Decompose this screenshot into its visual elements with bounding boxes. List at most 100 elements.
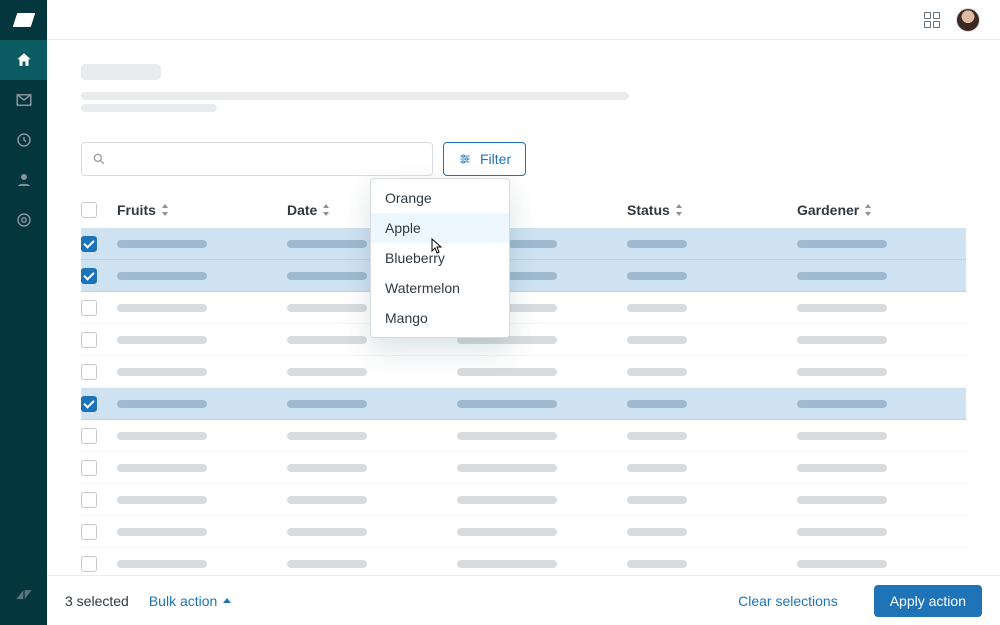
filter-option[interactable]: Orange: [371, 183, 509, 213]
cell-placeholder: [627, 528, 687, 536]
cell-placeholder: [797, 528, 887, 536]
column-header-gardener[interactable]: Gardener: [797, 202, 965, 218]
row-checkbox[interactable]: [81, 428, 97, 444]
cell-placeholder: [457, 464, 557, 472]
cell-placeholder: [627, 368, 687, 376]
cell-placeholder: [287, 336, 367, 344]
chevron-up-icon: [223, 598, 231, 603]
cell-placeholder: [457, 368, 557, 376]
sort-icon: [321, 204, 331, 216]
cell-placeholder: [627, 336, 687, 344]
main-content: Filter Fruits Date Status Gardener: [47, 40, 1000, 575]
user-icon: [15, 171, 33, 189]
lifebuoy-icon: [15, 211, 33, 229]
row-checkbox[interactable]: [81, 492, 97, 508]
cell-placeholder: [287, 528, 367, 536]
table-row[interactable]: [81, 324, 966, 356]
row-checkbox[interactable]: [81, 364, 97, 380]
cell-placeholder: [797, 432, 887, 440]
cell-placeholder: [117, 240, 207, 248]
nav-mail[interactable]: [0, 80, 47, 120]
column-header-fruits[interactable]: Fruits: [117, 202, 287, 218]
nav-user[interactable]: [0, 160, 47, 200]
data-table: Fruits Date Status Gardener: [81, 192, 966, 575]
row-checkbox[interactable]: [81, 268, 97, 284]
search-input-wrapper[interactable]: [81, 142, 433, 176]
cell-placeholder: [627, 304, 687, 312]
cell-placeholder: [287, 432, 367, 440]
cell-placeholder: [797, 272, 887, 280]
cell-placeholder: [117, 496, 207, 504]
row-checkbox[interactable]: [81, 460, 97, 476]
page-subtitle-placeholder-2: [81, 104, 217, 112]
cell-placeholder: [797, 464, 887, 472]
cell-placeholder: [287, 304, 367, 312]
cell-placeholder: [287, 496, 367, 504]
cell-placeholder: [797, 560, 887, 568]
table-row[interactable]: [81, 420, 966, 452]
page-title-placeholder: [81, 64, 161, 80]
row-checkbox[interactable]: [81, 300, 97, 316]
cell-placeholder: [627, 432, 687, 440]
row-checkbox[interactable]: [81, 236, 97, 252]
cell-placeholder: [797, 240, 887, 248]
cell-placeholder: [287, 240, 367, 248]
cell-placeholder: [287, 464, 367, 472]
filter-option[interactable]: Mango: [371, 303, 509, 333]
search-input[interactable]: [114, 151, 422, 167]
table-row[interactable]: [81, 484, 966, 516]
table-row[interactable]: [81, 356, 966, 388]
table-row[interactable]: [81, 388, 966, 420]
cell-placeholder: [627, 496, 687, 504]
sort-icon: [674, 204, 684, 216]
cell-placeholder: [627, 464, 687, 472]
filter-button-label: Filter: [480, 151, 511, 167]
apply-action-button[interactable]: Apply action: [874, 585, 982, 617]
nav-clock[interactable]: [0, 120, 47, 160]
nav-zendesk[interactable]: [0, 575, 47, 615]
column-header-status[interactable]: Status: [627, 202, 797, 218]
avatar[interactable]: [956, 8, 980, 32]
apps-icon[interactable]: [924, 12, 940, 28]
mail-icon: [15, 91, 33, 109]
clear-selections-link[interactable]: Clear selections: [738, 593, 838, 609]
cell-placeholder: [287, 368, 367, 376]
filter-option[interactable]: Watermelon: [371, 273, 509, 303]
row-checkbox[interactable]: [81, 396, 97, 412]
row-checkbox[interactable]: [81, 556, 97, 572]
row-checkbox[interactable]: [81, 332, 97, 348]
cell-placeholder: [117, 336, 207, 344]
cell-placeholder: [797, 496, 887, 504]
table-row[interactable]: [81, 260, 966, 292]
cell-placeholder: [457, 400, 557, 408]
table-row[interactable]: [81, 228, 966, 260]
cursor-icon: [428, 238, 442, 256]
filter-dropdown: OrangeAppleBlueberryWatermelonMango: [370, 178, 510, 338]
search-icon: [92, 152, 106, 166]
product-logo: [0, 0, 47, 40]
cell-placeholder: [627, 272, 687, 280]
cell-placeholder: [287, 400, 367, 408]
cell-placeholder: [457, 560, 557, 568]
cell-placeholder: [797, 368, 887, 376]
select-all-checkbox[interactable]: [81, 202, 97, 218]
table-row[interactable]: [81, 452, 966, 484]
row-checkbox[interactable]: [81, 524, 97, 540]
bulk-action-bar: 3 selected Bulk action Clear selections …: [47, 575, 1000, 625]
cell-placeholder: [117, 272, 207, 280]
nav-help[interactable]: [0, 200, 47, 240]
table-row[interactable]: [81, 516, 966, 548]
cell-placeholder: [117, 464, 207, 472]
nav-home[interactable]: [0, 40, 47, 80]
cell-placeholder: [117, 304, 207, 312]
sort-icon: [863, 204, 873, 216]
table-row[interactable]: [81, 548, 966, 575]
bulk-action-menu[interactable]: Bulk action: [149, 593, 231, 609]
filter-icon: [458, 152, 472, 166]
cell-placeholder: [797, 336, 887, 344]
filter-button[interactable]: Filter: [443, 142, 526, 176]
table-header-row: Fruits Date Status Gardener: [81, 192, 966, 228]
top-bar: [47, 0, 1000, 40]
table-row[interactable]: [81, 292, 966, 324]
cell-placeholder: [117, 432, 207, 440]
